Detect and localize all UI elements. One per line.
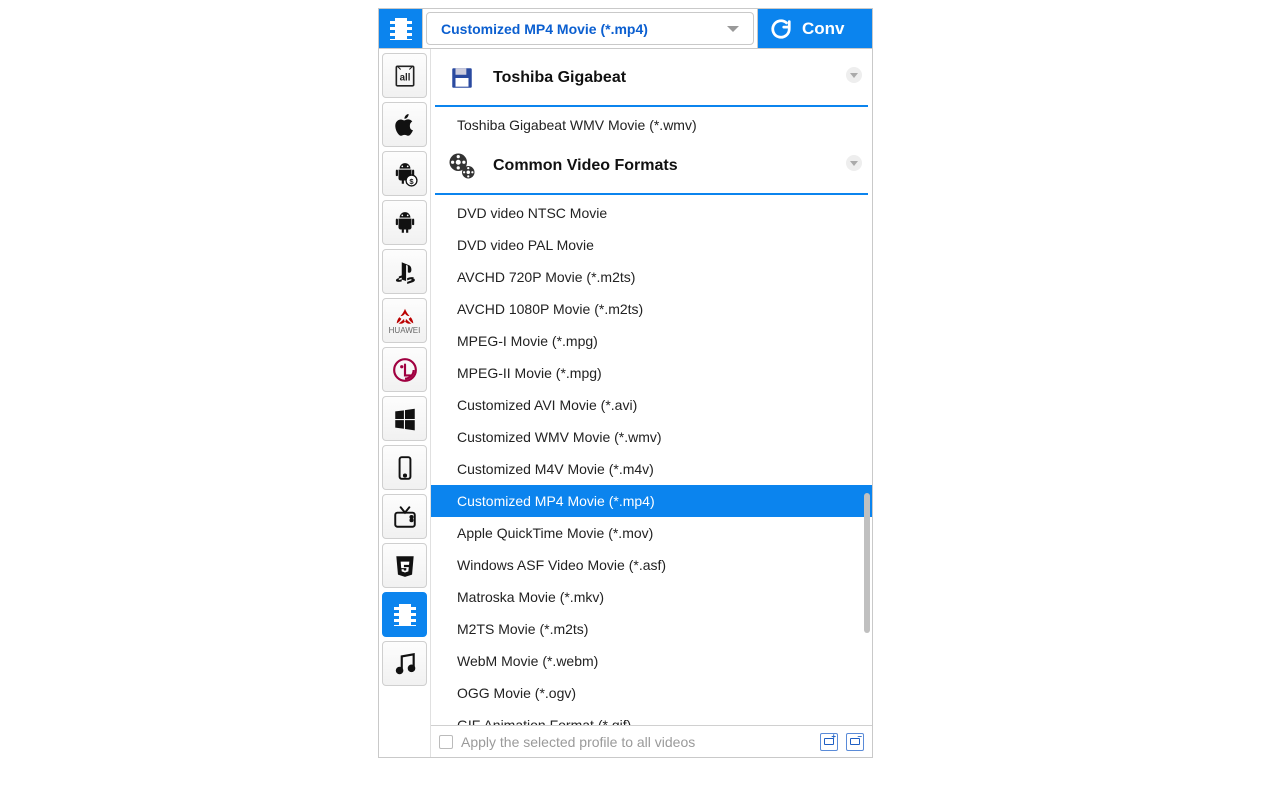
android-icon xyxy=(392,210,418,236)
sidebar-item-all[interactable]: all xyxy=(382,53,427,98)
sidebar-item-music[interactable] xyxy=(382,641,427,686)
category-sidebar: all $ HUAWEI xyxy=(379,49,431,757)
list-item[interactable]: DVD video PAL Movie xyxy=(431,229,872,261)
film-icon xyxy=(390,18,412,40)
film-icon xyxy=(394,604,416,626)
group-title: Common Video Formats xyxy=(493,157,678,175)
sidebar-item-lg[interactable] xyxy=(382,347,427,392)
chevron-down-icon[interactable] xyxy=(846,155,862,171)
chevron-down-icon[interactable] xyxy=(846,67,862,83)
footer: Apply the selected profile to all videos… xyxy=(431,725,872,757)
huawei-icon xyxy=(394,306,416,328)
playstation-icon xyxy=(392,259,418,285)
sidebar-item-video[interactable] xyxy=(382,592,427,637)
apply-all-label: Apply the selected profile to all videos xyxy=(461,734,695,750)
lg-icon xyxy=(392,357,418,383)
sidebar-item-android-paid[interactable]: $ xyxy=(382,151,427,196)
sidebar-item-html5[interactable] xyxy=(382,543,427,588)
sidebar-item-apple[interactable] xyxy=(382,102,427,147)
list-item[interactable]: DVD video NTSC Movie xyxy=(431,197,872,229)
list-scroll-area[interactable]: Toshiba Gigabeat Toshiba Gigabeat WMV Mo… xyxy=(431,49,872,725)
format-list: Toshiba Gigabeat Toshiba Gigabeat WMV Mo… xyxy=(431,49,872,757)
sidebar-item-huawei[interactable]: HUAWEI xyxy=(382,298,427,343)
list-item[interactable]: GIF Animation Format (*.gif) xyxy=(431,709,872,725)
sidebar-item-windows[interactable] xyxy=(382,396,427,441)
list-item[interactable]: WebM Movie (*.webm) xyxy=(431,645,872,677)
group-title: Toshiba Gigabeat xyxy=(493,69,626,87)
chevron-down-icon xyxy=(727,26,739,32)
scrollbar-thumb[interactable] xyxy=(864,493,870,633)
list-item[interactable]: Customized MP4 Movie (*.mp4) xyxy=(431,485,872,517)
add-preset-button[interactable]: + xyxy=(820,733,838,751)
sidebar-item-mobile[interactable] xyxy=(382,445,427,490)
apple-icon xyxy=(392,112,418,138)
group-common-video-formats[interactable]: Common Video Formats xyxy=(435,141,868,195)
format-combo[interactable]: Customized MP4 Movie (*.mp4) xyxy=(426,12,754,45)
huawei-label: HUAWEI xyxy=(389,326,421,335)
list-item[interactable]: MPEG-I Movie (*.mpg) xyxy=(431,325,872,357)
sidebar-item-android[interactable] xyxy=(382,200,427,245)
list-item[interactable]: AVCHD 720P Movie (*.m2ts) xyxy=(431,261,872,293)
list-item[interactable]: Apple QuickTime Movie (*.mov) xyxy=(431,517,872,549)
sidebar-item-tv[interactable] xyxy=(382,494,427,539)
list-item[interactable]: AVCHD 1080P Movie (*.m2ts) xyxy=(431,293,872,325)
video-category-button[interactable] xyxy=(379,9,423,48)
list-item[interactable]: Matroska Movie (*.mkv) xyxy=(431,581,872,613)
list-item[interactable]: MPEG-II Movie (*.mpg) xyxy=(431,357,872,389)
html5-icon xyxy=(392,553,418,579)
remove-preset-button[interactable]: – xyxy=(846,733,864,751)
list-item[interactable]: OGG Movie (*.ogv) xyxy=(431,677,872,709)
format-combo-label: Customized MP4 Movie (*.mp4) xyxy=(441,21,648,37)
sidebar-item-playstation[interactable] xyxy=(382,249,427,294)
convert-label: Conv xyxy=(802,19,845,39)
plus-icon: + xyxy=(831,733,836,741)
list-item[interactable]: Toshiba Gigabeat WMV Movie (*.wmv) xyxy=(431,109,872,141)
list-item[interactable]: Customized M4V Movie (*.m4v) xyxy=(431,453,872,485)
windows-icon xyxy=(392,406,418,432)
list-item[interactable]: Customized WMV Movie (*.wmv) xyxy=(431,421,872,453)
minus-icon: – xyxy=(858,733,862,741)
music-icon xyxy=(392,651,418,677)
all-icon: all xyxy=(392,63,418,89)
refresh-icon xyxy=(770,18,792,40)
tv-icon xyxy=(392,504,418,530)
mobile-icon xyxy=(392,455,418,481)
list-item[interactable]: M2TS Movie (*.m2ts) xyxy=(431,613,872,645)
topbar: Customized MP4 Movie (*.mp4) Conv xyxy=(378,8,873,48)
floppy-icon xyxy=(445,61,479,95)
svg-text:all: all xyxy=(399,72,410,83)
list-item[interactable]: Windows ASF Video Movie (*.asf) xyxy=(431,549,872,581)
format-chooser-panel: Customized MP4 Movie (*.mp4) Conv all $ xyxy=(378,8,873,758)
list-item[interactable]: Customized AVI Movie (*.avi) xyxy=(431,389,872,421)
android-paid-icon: $ xyxy=(392,161,418,187)
film-reel-icon xyxy=(445,149,479,183)
body: all $ HUAWEI xyxy=(378,48,873,758)
convert-button[interactable]: Conv xyxy=(757,9,872,48)
group-toshiba-gigabeat[interactable]: Toshiba Gigabeat xyxy=(435,53,868,107)
apply-all-checkbox[interactable] xyxy=(439,735,453,749)
